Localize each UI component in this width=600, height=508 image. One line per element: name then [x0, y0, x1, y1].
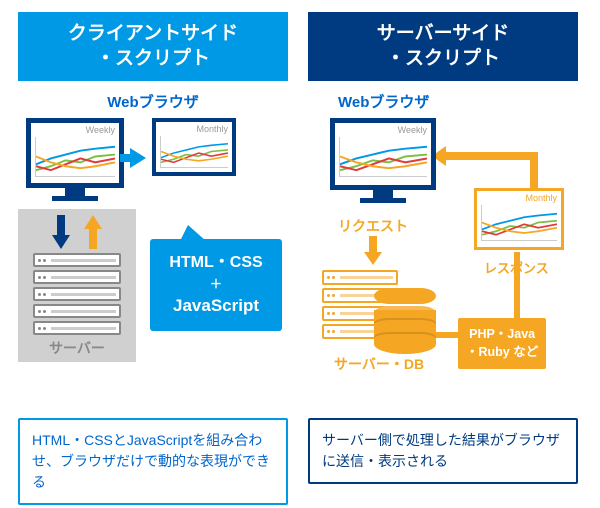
database-icon: [374, 288, 436, 354]
callout-js: JavaScript: [173, 296, 259, 315]
browser-row: Weekly Monthly: [18, 118, 288, 201]
client-side-panel: クライアントサイド ・スクリプト Webブラウザ Weekly Monthl: [18, 12, 288, 362]
chart-icon: [481, 205, 557, 241]
arrow-right-icon: [130, 148, 146, 168]
server-side-panel: サーバーサイド ・スクリプト Webブラウザ Weekly: [308, 12, 578, 428]
response-label: レスポンス: [484, 258, 549, 277]
server-block: サーバー HTML・CSS ＋ JavaScript: [18, 209, 288, 362]
arrow-up-icon: [86, 215, 100, 249]
client-description: HTML・CSSとJavaScriptを組み合わせ、ブラウザだけで動的な表現がで…: [18, 418, 288, 505]
chart-icon: [35, 137, 115, 177]
monitor-monthly-right: Monthly: [474, 188, 564, 250]
flow-line: [530, 152, 538, 192]
server-header: サーバーサイド ・スクリプト: [308, 12, 578, 81]
chart-label-monthly: Monthly: [158, 124, 230, 134]
monitor-monthly: Monthly: [152, 118, 236, 176]
server-icon: [33, 253, 121, 335]
tech-callout: HTML・CSS ＋ JavaScript: [150, 239, 282, 331]
request-label: リクエスト: [338, 216, 408, 236]
callout-line1: HTML・CSS: [169, 254, 262, 271]
flow-line: [438, 152, 538, 160]
chart-label-weekly-r: Weekly: [337, 125, 429, 135]
arrow-down-icon: [54, 215, 68, 249]
browser-label-left: Webブラウザ: [18, 91, 288, 112]
browser-label-right: Webブラウザ: [338, 91, 578, 112]
server-label: サーバー: [24, 338, 130, 358]
callout-plus: ＋: [160, 275, 272, 293]
server-description: サーバー側で処理した結果がブラウザに送信・表示される: [308, 418, 578, 484]
monitor-weekly-right: Weekly: [330, 118, 436, 203]
monitor-weekly: Weekly: [26, 118, 124, 201]
chart-icon: [160, 136, 228, 168]
chart-label-weekly: Weekly: [33, 125, 117, 135]
languages-box: PHP・Java ・Ruby など: [458, 318, 546, 369]
chart-label-monthly-r: Monthly: [479, 193, 559, 203]
chart-icon: [339, 137, 427, 177]
serverdb-label: サーバー・DB: [334, 354, 424, 374]
client-header: クライアントサイド ・スクリプト: [18, 12, 288, 81]
